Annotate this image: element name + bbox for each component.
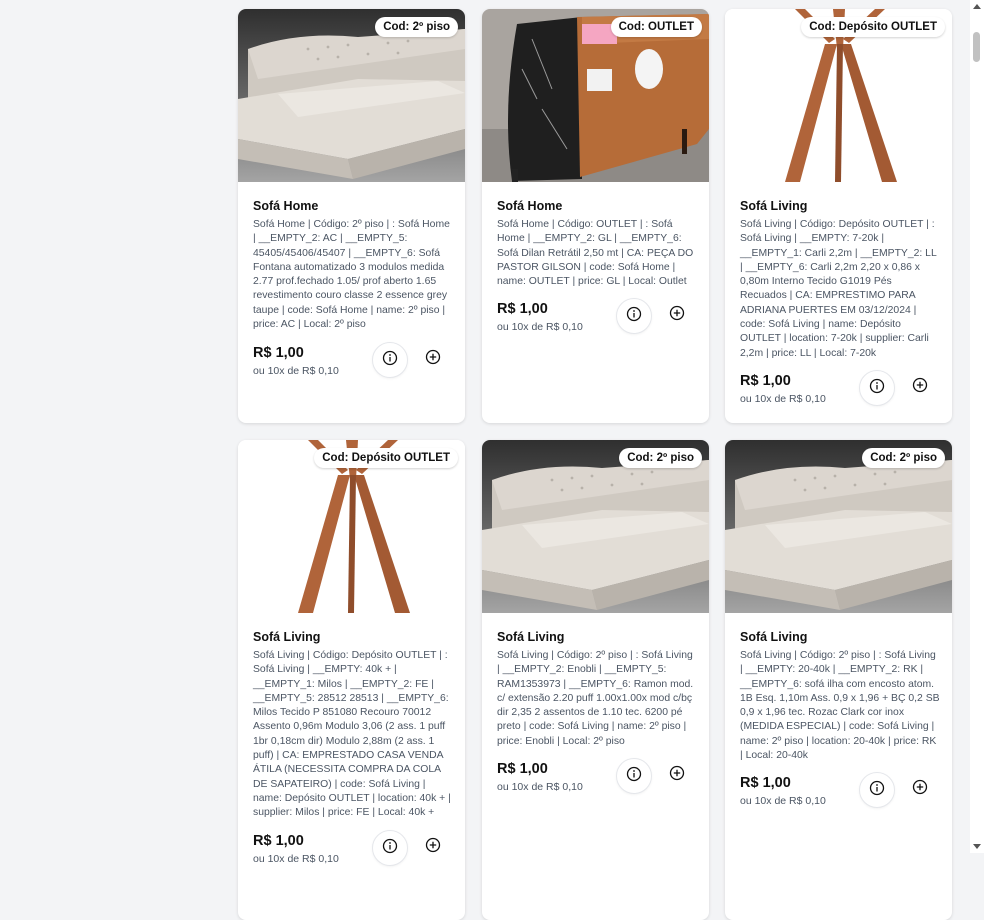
plus-circle-icon (912, 377, 928, 398)
product-price: R$ 1,00 (497, 761, 548, 777)
product-title[interactable]: Sofá Home (497, 199, 562, 213)
code-badge: Cod: 2º piso (619, 448, 702, 468)
product-price: R$ 1,00 (740, 373, 791, 389)
scroll-down-arrow-icon[interactable] (973, 844, 981, 849)
installment-text: ou 10x de R$ 0,10 (253, 365, 339, 377)
product-title[interactable]: Sofá Living (497, 630, 564, 644)
add-to-cart-button[interactable] (666, 304, 688, 326)
add-to-cart-button[interactable] (909, 778, 931, 800)
product-grid: Cod: 2º piso Sofá Home Sofá Home | Códig… (0, 0, 970, 920)
info-icon (869, 378, 885, 399)
info-icon (626, 306, 642, 327)
product-description: Sofá Living | Código: 2º piso | : Sofá L… (740, 650, 940, 762)
product-price: R$ 1,00 (497, 301, 548, 317)
plus-circle-icon (425, 349, 441, 370)
scroll-up-arrow-icon[interactable] (973, 4, 981, 9)
info-button[interactable] (372, 830, 408, 866)
info-button[interactable] (859, 370, 895, 406)
installment-text: ou 10x de R$ 0,10 (740, 795, 826, 807)
installment-text: ou 10x de R$ 0,10 (497, 781, 583, 793)
info-button[interactable] (372, 342, 408, 378)
product-card[interactable]: Cod: 2º piso Sofá Living Sofá Living | C… (725, 440, 952, 920)
product-price: R$ 1,00 (253, 833, 304, 849)
info-button[interactable] (616, 298, 652, 334)
product-card[interactable]: Cod: 2º piso Sofá Home Sofá Home | Códig… (238, 9, 465, 423)
add-to-cart-button[interactable] (422, 836, 444, 858)
product-card[interactable]: Cod: 2º piso Sofá Living Sofá Living | C… (482, 440, 709, 920)
product-description: Sofá Living | Código: Depósito OUTLET | … (740, 219, 937, 359)
code-badge: Cod: OUTLET (610, 17, 702, 37)
info-icon (382, 350, 398, 371)
product-card[interactable]: Cod: Depósito OUTLET Sofá Living Sofá Li… (238, 440, 465, 920)
info-icon (626, 766, 642, 787)
code-badge: Cod: 2º piso (375, 17, 458, 37)
product-description: Sofá Living | Código: 2º piso | : Sofá L… (497, 650, 694, 747)
product-title[interactable]: Sofá Living (740, 630, 807, 644)
scrollbar[interactable] (970, 0, 984, 853)
installment-text: ou 10x de R$ 0,10 (740, 393, 826, 405)
product-description: Sofá Home | Código: OUTLET | : Sofá Home… (497, 219, 694, 288)
plus-circle-icon (669, 305, 685, 326)
add-to-cart-button[interactable] (909, 376, 931, 398)
product-description: Sofá Living | Código: Depósito OUTLET | … (253, 650, 451, 819)
product-title[interactable]: Sofá Living (740, 199, 807, 213)
scroll-thumb[interactable] (973, 32, 980, 62)
product-title[interactable]: Sofá Home (253, 199, 318, 213)
add-to-cart-button[interactable] (666, 764, 688, 786)
plus-circle-icon (912, 779, 928, 800)
product-title[interactable]: Sofá Living (253, 630, 320, 644)
add-to-cart-button[interactable] (422, 348, 444, 370)
code-badge: Cod: Depósito OUTLET (314, 448, 458, 468)
installment-text: ou 10x de R$ 0,10 (497, 321, 583, 333)
info-icon (869, 780, 885, 801)
plus-circle-icon (425, 837, 441, 858)
product-description: Sofá Home | Código: 2º piso | : Sofá Hom… (253, 219, 450, 331)
product-card[interactable]: Cod: OUTLET Sofá Home Sofá Home | Código… (482, 9, 709, 423)
product-price: R$ 1,00 (253, 345, 304, 361)
product-card[interactable]: Cod: Depósito OUTLET Sofá Living Sofá Li… (725, 9, 952, 423)
info-button[interactable] (616, 758, 652, 794)
code-badge: Cod: Depósito OUTLET (801, 17, 945, 37)
plus-circle-icon (669, 765, 685, 786)
installment-text: ou 10x de R$ 0,10 (253, 853, 339, 865)
product-price: R$ 1,00 (740, 775, 791, 791)
info-button[interactable] (859, 772, 895, 808)
info-icon (382, 838, 398, 859)
code-badge: Cod: 2º piso (862, 448, 945, 468)
